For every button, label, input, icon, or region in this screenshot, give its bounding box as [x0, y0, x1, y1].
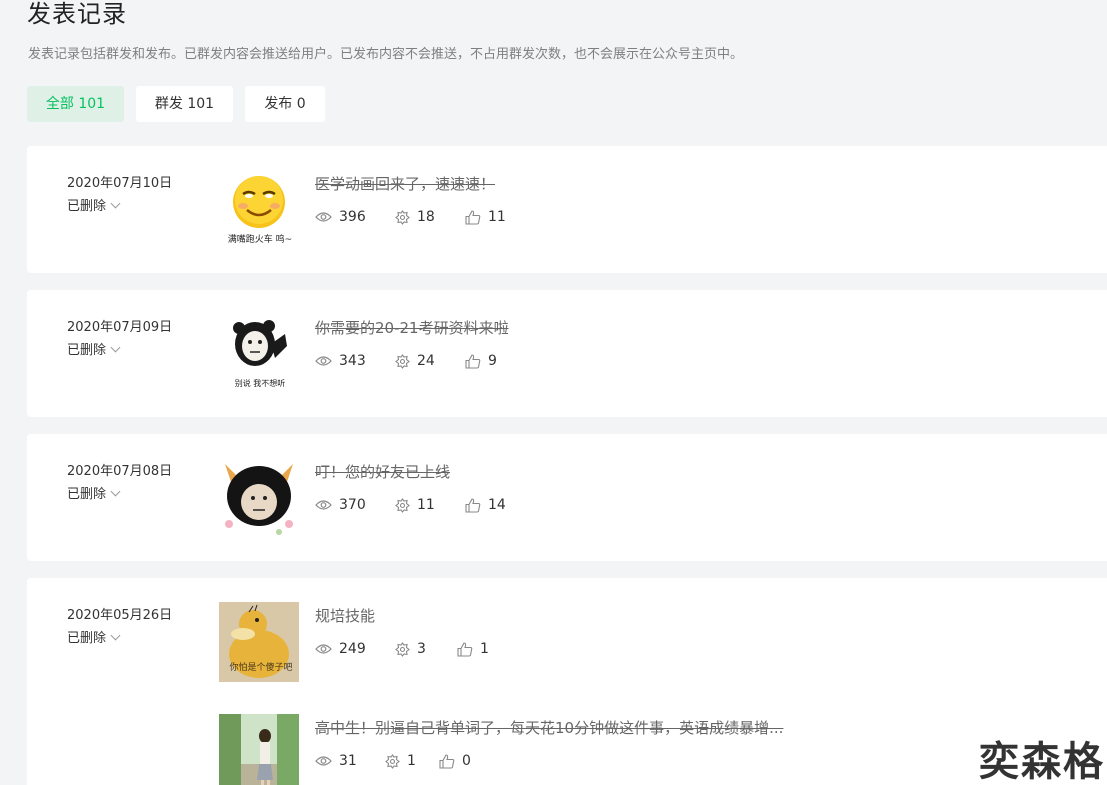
article-stats: 249 3 1 — [315, 641, 517, 657]
shares-count: 3 — [417, 641, 426, 657]
eye-icon — [315, 756, 332, 766]
shares-count: 1 — [407, 753, 416, 769]
record-date: 2020年07月09日 — [67, 320, 173, 335]
shares-stat: 1 — [385, 753, 439, 769]
record-card: 2020年07月09日 已删除 别说 我不想听 你需要的20-21考研资料来啦 … — [27, 290, 1107, 417]
record-card: 2020年07月10日 已删除 满嘴跑火车 呜~ 医学动画回来了，速速速！ 39… — [27, 146, 1107, 273]
shares-stat: 11 — [395, 497, 465, 513]
article-thumbnail[interactable] — [219, 458, 299, 538]
article-thumbnail[interactable]: 满嘴跑火车 呜~ — [219, 170, 299, 250]
chevron-down-icon — [110, 342, 121, 353]
likes-count: 14 — [488, 497, 506, 513]
share-icon — [395, 641, 410, 657]
views-count: 370 — [339, 497, 366, 513]
status-label: 已删除 — [67, 487, 107, 502]
likes-stat: 14 — [465, 497, 525, 513]
views-stat: 343 — [315, 353, 395, 369]
thumb-caption: 别说 我不想听 — [234, 379, 286, 388]
status-dropdown[interactable]: 已删除 — [67, 339, 121, 358]
views-stat: 31 — [315, 753, 385, 769]
likes-count: 11 — [488, 209, 506, 225]
record-date: 2020年05月26日 — [67, 608, 173, 623]
chevron-down-icon — [110, 486, 121, 497]
article-title[interactable]: 叮！您的好友已上线 — [315, 461, 450, 482]
views-stat: 249 — [315, 641, 395, 657]
thumbs-up-icon — [439, 753, 455, 769]
shares-stat: 24 — [395, 353, 465, 369]
views-stat: 370 — [315, 497, 395, 513]
article-stats: 343 24 9 — [315, 353, 525, 369]
likes-count: 9 — [488, 353, 497, 369]
chevron-down-icon — [110, 198, 121, 209]
article-thumbnail[interactable]: 别说 我不想听 — [219, 314, 299, 394]
filter-tabs: 全部 101 群发 101 发布 0 — [27, 86, 325, 122]
shares-stat: 3 — [395, 641, 457, 657]
status-dropdown[interactable]: 已删除 — [67, 483, 121, 502]
share-icon — [395, 209, 410, 225]
article-title[interactable]: 你需要的20-21考研资料来啦 — [315, 317, 509, 338]
article-title[interactable]: 高中生！别逼自己背单词了，每天花10分钟做这件事，英语成绩暴增... — [315, 717, 783, 738]
status-label: 已删除 — [67, 343, 107, 358]
share-icon — [395, 353, 410, 369]
views-count: 396 — [339, 209, 366, 225]
page-description: 发表记录包括群发和发布。已群发内容会推送给用户。已发布内容不会推送，不占用群发次… — [28, 47, 744, 62]
status-dropdown[interactable]: 已删除 — [67, 627, 121, 646]
record-date: 2020年07月08日 — [67, 464, 173, 479]
tab-publish[interactable]: 发布 0 — [245, 86, 325, 122]
thumb-caption: 满嘴跑火车 呜~ — [227, 235, 293, 245]
page-title: 发表记录 — [27, 0, 127, 28]
shares-count: 11 — [417, 497, 435, 513]
status-label: 已删除 — [67, 631, 107, 646]
chevron-down-icon — [110, 630, 121, 641]
thumbs-up-icon — [465, 497, 481, 513]
shares-count: 24 — [417, 353, 435, 369]
tab-mass-send[interactable]: 群发 101 — [136, 86, 233, 122]
likes-stat: 0 — [439, 753, 489, 769]
article-stats: 370 11 14 — [315, 497, 525, 513]
status-dropdown[interactable]: 已删除 — [67, 195, 121, 214]
thumbs-up-icon — [457, 641, 473, 657]
record-card: 2020年05月26日 已删除 你怕是个傻子吧 规培技能 249 3 1 高中生… — [27, 578, 1107, 785]
record-date: 2020年07月10日 — [67, 176, 173, 191]
likes-count: 0 — [462, 753, 471, 769]
article-stats: 31 1 0 — [315, 753, 489, 769]
thumbs-up-icon — [465, 209, 481, 225]
views-stat: 396 — [315, 209, 395, 225]
article-title[interactable]: 医学动画回来了，速速速！ — [315, 173, 495, 194]
shares-count: 18 — [417, 209, 435, 225]
likes-stat: 1 — [457, 641, 517, 657]
views-count: 31 — [339, 753, 357, 769]
thumb-caption: 你怕是个傻子吧 — [229, 663, 293, 673]
eye-icon — [315, 500, 332, 510]
thumbs-up-icon — [465, 353, 481, 369]
likes-count: 1 — [480, 641, 489, 657]
likes-stat: 11 — [465, 209, 525, 225]
views-count: 249 — [339, 641, 366, 657]
article-thumbnail[interactable] — [219, 714, 299, 785]
shares-stat: 18 — [395, 209, 465, 225]
eye-icon — [315, 212, 332, 222]
article-stats: 396 18 11 — [315, 209, 525, 225]
share-icon — [385, 753, 400, 769]
eye-icon — [315, 644, 332, 654]
record-card: 2020年07月08日 已删除 叮！您的好友已上线 370 11 14 — [27, 434, 1107, 561]
tab-all[interactable]: 全部 101 — [27, 86, 124, 122]
article-thumbnail[interactable]: 你怕是个傻子吧 — [219, 602, 299, 682]
watermark-logo: 奕森格 — [979, 739, 1105, 785]
article-title[interactable]: 规培技能 — [315, 605, 375, 626]
status-label: 已删除 — [67, 199, 107, 214]
views-count: 343 — [339, 353, 366, 369]
share-icon — [395, 497, 410, 513]
eye-icon — [315, 356, 332, 366]
likes-stat: 9 — [465, 353, 525, 369]
